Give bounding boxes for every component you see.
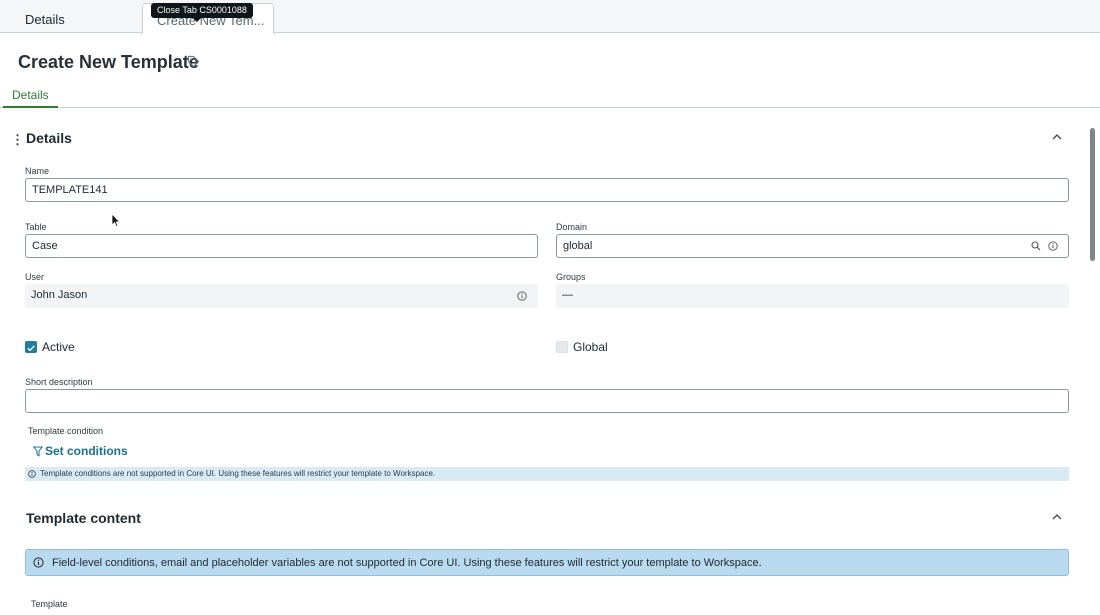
info-icon[interactable] (1048, 241, 1058, 251)
name-field[interactable]: TEMPLATE141 (25, 178, 1069, 202)
info-icon[interactable] (517, 291, 527, 301)
mouse-cursor-icon (111, 213, 121, 228)
page-title: Create New Template (18, 52, 199, 72)
groups-field: — (556, 284, 1069, 308)
template-label: Template (31, 599, 68, 609)
active-checkbox[interactable] (25, 341, 37, 353)
short-description-field[interactable] (25, 389, 1069, 413)
template-content-note: Field-level conditions, email and placeh… (25, 549, 1069, 576)
short-description-label: Short description (25, 377, 93, 387)
template-condition-note-text: Template conditions are not supported in… (40, 469, 436, 478)
chevron-up-icon[interactable] (1051, 133, 1063, 141)
user-value: John Jason (31, 289, 88, 301)
close-tab-tooltip: Close Tab CS0001088 (151, 3, 253, 22)
domain-label: Domain (556, 222, 588, 232)
user-label: User (25, 272, 45, 282)
details-section-title: Details (26, 130, 72, 146)
chevron-up-icon[interactable] (1051, 513, 1063, 521)
info-icon (28, 470, 36, 478)
domain-field[interactable]: global (556, 234, 1069, 258)
active-label: Active (42, 340, 75, 354)
scrollbar-thumb[interactable] (1090, 128, 1095, 261)
template-content-note-text: Field-level conditions, email and placeh… (52, 557, 762, 569)
groups-label: Groups (556, 272, 586, 282)
info-icon (33, 557, 44, 568)
check-icon (27, 345, 35, 352)
user-field: John Jason (25, 284, 538, 308)
global-label: Global (573, 340, 608, 354)
table-field[interactable]: Case (25, 234, 538, 258)
tag-icon[interactable] (187, 55, 200, 68)
tab-details[interactable]: Details (0, 3, 142, 33)
subtab-details[interactable]: Details (3, 84, 58, 108)
template-content-section-title: Template content (26, 510, 141, 526)
set-conditions-label: Set conditions (45, 444, 128, 458)
template-condition-label: Template condition (28, 426, 104, 436)
set-conditions-button[interactable]: Set conditions (32, 444, 128, 458)
template-condition-note: Template conditions are not supported in… (25, 467, 1069, 481)
domain-value: global (563, 240, 593, 252)
name-label: Name (25, 166, 50, 176)
sub-tab-bar: Details (0, 84, 1100, 108)
global-checkbox[interactable] (556, 341, 568, 353)
more-vertical-icon[interactable]: ⋮ (11, 132, 24, 148)
table-label: Table (25, 222, 47, 232)
search-icon[interactable] (1031, 241, 1041, 251)
filter-icon (32, 446, 44, 457)
